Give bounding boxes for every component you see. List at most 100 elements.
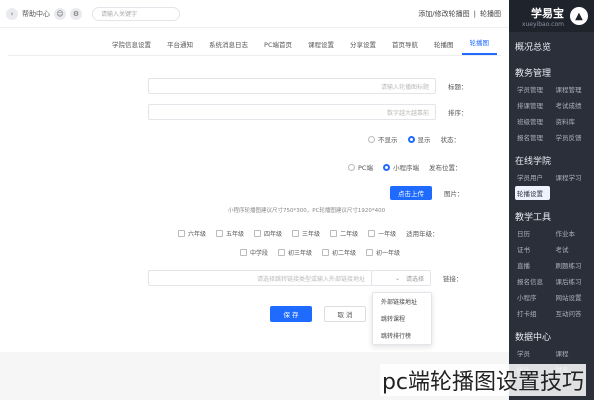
grade-junior3-label: 初三年级 (288, 250, 313, 257)
tab-course-settings[interactable]: 课程设置 (300, 39, 342, 55)
cancel-button[interactable]: 取 消 (324, 306, 366, 322)
nav-section-title[interactable]: 教务管理 (515, 62, 588, 82)
title-input[interactable]: 请输入轮播图标题 (148, 78, 436, 94)
sidebar-item[interactable]: 报名信息 (515, 274, 550, 288)
nav-section-title[interactable]: 在线学院 (515, 150, 588, 170)
sidebar-item[interactable]: 小程序 (515, 290, 550, 304)
grade-6-checkbox[interactable]: 六年级 (178, 229, 206, 238)
sidebar-item[interactable]: 证书 (515, 242, 550, 256)
sidebar-item[interactable]: 打卡组 (515, 306, 550, 320)
nav-section-title[interactable]: 概况总览 (515, 36, 588, 56)
grade-middle-checkbox[interactable]: 中学段 (240, 248, 268, 257)
status-show-label: 显示 (417, 136, 431, 144)
grade-5-checkbox[interactable]: 五年级 (216, 229, 244, 238)
image-size-hint: 小程序轮播图建议尺寸750*300，PC轮播图建议尺寸1920*400 (228, 208, 386, 214)
grade-junior3-checkbox[interactable]: 初三年级 (278, 248, 312, 257)
breadcrumb-current: 添加/修改轮播图 (418, 9, 470, 18)
platform-miniapp-radio[interactable]: 小程序端 (382, 162, 419, 172)
grade-2-checkbox[interactable]: 二年级 (330, 229, 358, 238)
tab-banner-2[interactable]: 轮播图 (426, 39, 462, 55)
grade-4-checkbox[interactable]: 四年级 (254, 229, 282, 238)
help-center-link[interactable]: 帮助中心 (22, 9, 50, 19)
checkbox-icon (292, 229, 300, 237)
sidebar-item[interactable]: 刷题练习 (554, 258, 589, 272)
sidebar-item[interactable]: 作业本 (554, 226, 589, 240)
back-icon[interactable]: ‹ (6, 7, 18, 20)
tab-share-settings[interactable]: 分享设置 (342, 39, 384, 55)
logo-icon: ▲ (570, 7, 588, 25)
dropdown-option-course[interactable]: 跳转课程 (373, 310, 431, 327)
grade-3-checkbox[interactable]: 三年级 (292, 229, 320, 238)
sort-label: 排序： (448, 109, 468, 117)
breadcrumb: 添加/修改轮播图 | 轮播图 (418, 9, 501, 19)
nav-section-teaching-tools: 教学工具 日历 作业本 证书 考试 直播 刷题练习 报名信息 课后练习 小程序 … (509, 202, 594, 322)
link-label: 链接： (443, 275, 463, 283)
sidebar-item-banner-settings[interactable]: 轮播设置 (515, 186, 550, 200)
sidebar-item[interactable]: 课程学习 (554, 170, 589, 184)
save-button[interactable]: 保 存 (270, 306, 312, 322)
sidebar-item[interactable]: 考试成绩 (554, 98, 589, 112)
checkbox-icon (322, 249, 330, 256)
radio-on-icon (382, 163, 390, 171)
sidebar-item[interactable]: 互动问答 (554, 306, 589, 320)
status-show-radio[interactable]: 显示 (407, 134, 431, 144)
sidebar-item[interactable]: 报名管理 (515, 130, 550, 144)
link-type-value: 请选择 (405, 275, 424, 283)
grade-junior1-checkbox[interactable]: 初一年级 (366, 248, 400, 257)
checkbox-icon (254, 229, 262, 237)
sidebar-item[interactable]: 学员 (515, 346, 550, 360)
image-label: 图片： (444, 190, 464, 198)
sidebar-item[interactable]: 课程 (554, 346, 589, 360)
checkbox-icon (330, 229, 338, 237)
platform-miniapp-label: 小程序端 (392, 164, 419, 172)
sidebar-item[interactable]: 学员用户 (515, 170, 550, 184)
sort-input[interactable]: 数字越大越靠前 (148, 104, 436, 120)
nav-section-overview: 概况总览 (509, 32, 594, 58)
nav-section-title[interactable]: 教学工具 (515, 206, 588, 226)
title-label: 标题： (448, 83, 468, 91)
sidebar-item[interactable]: 日历 (515, 226, 550, 240)
grade-1-label: 一年级 (378, 230, 397, 238)
tab-banner[interactable]: 轮播图 (461, 37, 497, 55)
sidebar-item[interactable]: 课后练习 (554, 274, 589, 288)
checkbox-icon (216, 229, 224, 237)
tab-platform-notice[interactable]: 平台通知 (159, 39, 201, 55)
search-input[interactable]: 请输入关键字 (92, 6, 180, 21)
sidebar-item[interactable]: 资料库 (554, 114, 589, 128)
user-icon[interactable]: ☺ (54, 7, 66, 20)
grade-1-checkbox[interactable]: 一年级 (368, 229, 396, 238)
sidebar-item[interactable]: 班级管理 (515, 114, 550, 128)
main-content: 学院信息设置 平台通知 系统消息日志 PC端首页 课程设置 分享设置 首页导航 … (8, 34, 501, 354)
dropdown-option-external[interactable]: 外部链接地址 (373, 293, 431, 310)
tab-pc-home[interactable]: PC端首页 (256, 39, 300, 55)
grade-junior2-checkbox[interactable]: 初二年级 (322, 248, 356, 257)
sidebar-item[interactable]: 学员管理 (515, 82, 550, 96)
status-hide-radio[interactable]: 不显示 (368, 134, 398, 144)
tab-school-info[interactable]: 学院信息设置 (104, 39, 159, 55)
tab-system-log[interactable]: 系统消息日志 (201, 39, 256, 55)
sidebar-item[interactable]: 网站设置 (554, 290, 589, 304)
grade-4-label: 四年级 (264, 230, 283, 238)
platform-pc-radio[interactable]: PC端 (348, 162, 373, 172)
link-type-select[interactable]: ⌄ 请选择 (371, 270, 431, 286)
sidebar-item[interactable]: 排课管理 (515, 98, 550, 112)
radio-off-icon (348, 163, 355, 171)
sidebar-item[interactable]: 课程管理 (554, 82, 589, 96)
top-bar: ‹ 帮助中心 ☺ ⚙ 请输入关键字 添加/修改轮播图 | 轮播图 (0, 0, 509, 28)
platform-pc-label: PC端 (358, 164, 373, 172)
logo-text: 学易宝 (531, 6, 564, 20)
sidebar-item[interactable]: 直播 (515, 258, 550, 272)
chevron-down-icon: ⌄ (394, 274, 400, 282)
logo-subtitle: xueyibao.com (521, 20, 564, 28)
tab-home-nav[interactable]: 首页导航 (384, 39, 426, 55)
sidebar-item[interactable]: 学员反馈 (554, 130, 589, 144)
settings-icon[interactable]: ⚙ (70, 7, 82, 20)
dropdown-option-ranking[interactable]: 跳转排行榜 (373, 327, 431, 344)
breadcrumb-parent[interactable]: 轮播图 (480, 9, 501, 19)
upload-button[interactable]: 点击上传 (390, 186, 432, 200)
nav-section-title[interactable]: 数据中心 (515, 326, 588, 346)
checkbox-icon (278, 249, 286, 256)
grade-6-label: 六年级 (188, 230, 207, 238)
link-input[interactable]: 请选择跳转链接类型或输入外部链接地址 (148, 270, 372, 286)
sidebar-item[interactable]: 考试 (554, 242, 589, 256)
